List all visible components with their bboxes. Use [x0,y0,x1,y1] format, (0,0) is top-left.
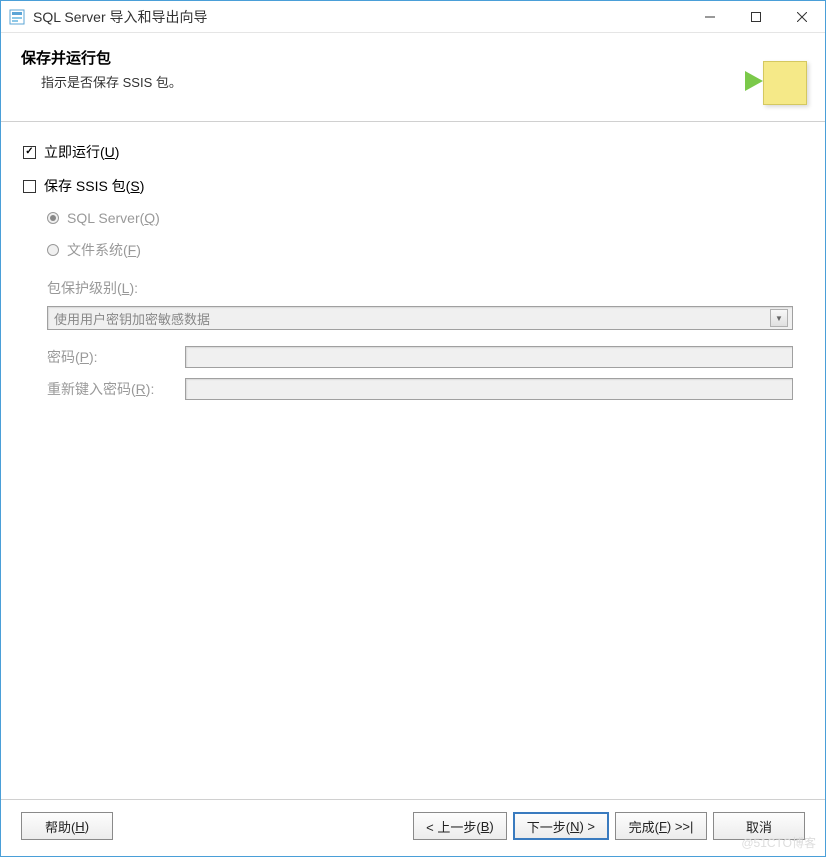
protection-level-label: 包保护级别(L): [47,278,803,298]
password-label: 密码(P): [47,347,185,367]
wizard-window: SQL Server 导入和导出向导 保存并运行包 指示是否保存 SSIS 包。… [0,0,826,857]
dropdown-arrow-icon: ▼ [770,309,788,327]
run-now-row[interactable]: 立即运行(U) [23,142,803,162]
app-icon [9,9,25,25]
password-input [185,346,793,368]
protection-level-value: 使用用户密钥加密敏感数据 [54,309,770,328]
file-system-label: 文件系统(F) [67,240,141,260]
window-controls [687,1,825,32]
next-button[interactable]: 下一步(N) > [513,812,609,840]
finish-button[interactable]: 完成(F) >>| [615,812,707,840]
save-ssis-row[interactable]: 保存 SSIS 包(S) [23,176,803,196]
save-ssis-checkbox[interactable] [23,180,36,193]
wizard-footer: 帮助(H) < 上一步(B) 下一步(N) > 完成(F) >>| 取消 [1,799,825,856]
retype-password-row: 重新键入密码(R): [47,378,793,400]
sql-server-radio [47,212,59,224]
password-row: 密码(P): [47,346,793,368]
page-title: 保存并运行包 [21,47,749,68]
header-text: 保存并运行包 指示是否保存 SSIS 包。 [21,47,749,91]
close-button[interactable] [779,1,825,33]
run-now-checkbox[interactable] [23,146,36,159]
retype-password-input [185,378,793,400]
maximize-button[interactable] [733,1,779,33]
wizard-content: 立即运行(U) 保存 SSIS 包(S) SQL Server(Q) 文件系统(… [1,122,825,799]
protection-level-dropdown: 使用用户密钥加密敏感数据 ▼ [47,306,793,330]
cancel-button[interactable]: 取消 [713,812,805,840]
file-system-radio [47,244,59,256]
titlebar: SQL Server 导入和导出向导 [1,1,825,33]
run-now-label: 立即运行(U) [44,142,119,162]
sql-server-row: SQL Server(Q) [47,210,803,226]
help-button[interactable]: 帮助(H) [21,812,113,840]
file-system-row: 文件系统(F) [47,240,803,260]
back-button[interactable]: < 上一步(B) [413,812,507,840]
wizard-header: 保存并运行包 指示是否保存 SSIS 包。 [1,33,825,122]
sql-server-label: SQL Server(Q) [67,210,160,226]
page-subtitle: 指示是否保存 SSIS 包。 [21,72,749,91]
wizard-icon [749,47,809,107]
minimize-button[interactable] [687,1,733,33]
window-title: SQL Server 导入和导出向导 [33,7,687,27]
retype-password-label: 重新键入密码(R): [47,379,185,399]
save-ssis-label: 保存 SSIS 包(S) [44,176,144,196]
